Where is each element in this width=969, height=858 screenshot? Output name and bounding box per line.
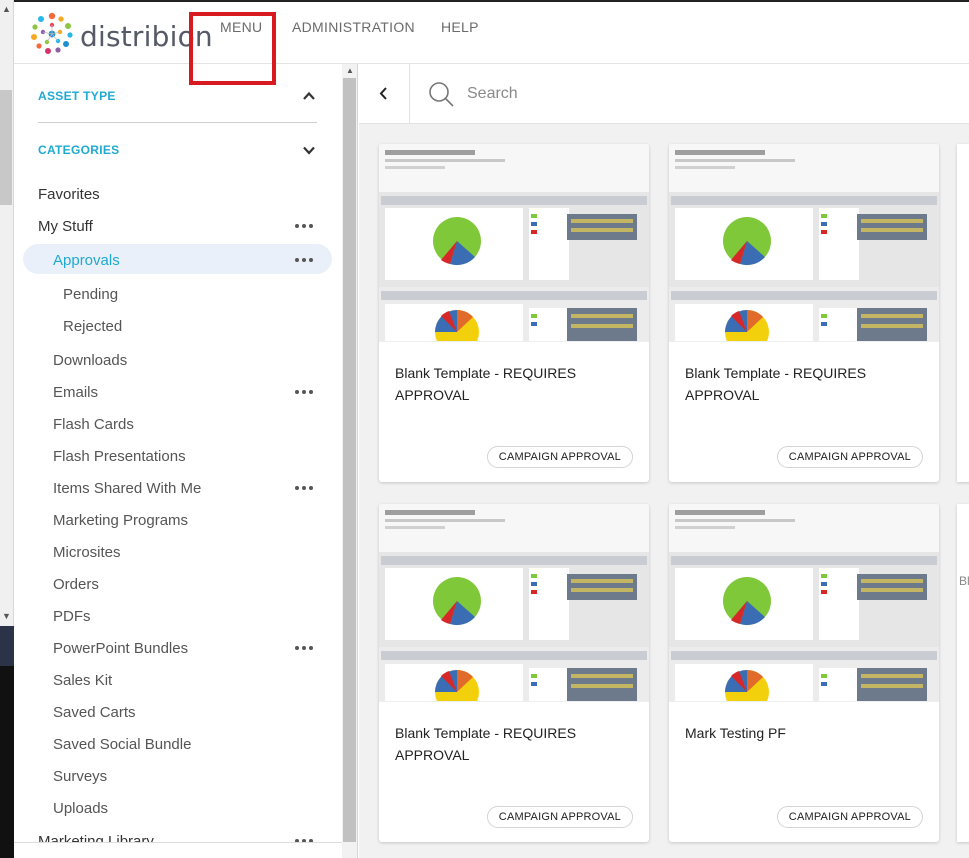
chevron-left-icon <box>379 87 387 100</box>
asset-type-badge: CAMPAIGN APPROVAL <box>486 446 633 468</box>
sidebar-item-uploads[interactable]: Uploads <box>53 800 108 817</box>
partial-card-title: Bl <box>959 574 969 588</box>
section-asset-type[interactable]: ASSET TYPE <box>38 89 116 103</box>
top-bar: distribion MENU ADMINISTRATION HELP <box>14 0 969 64</box>
scroll-down-icon[interactable]: ▼ <box>2 611 11 621</box>
more-icon[interactable] <box>295 222 315 230</box>
dashboard-thumbnail-image <box>669 144 939 341</box>
sidebar-item-microsites[interactable]: Microsites <box>53 544 121 561</box>
sidebar-bottom-edge <box>14 842 342 858</box>
scrollbar-thumb[interactable] <box>0 90 12 205</box>
sidebar-item-rejected[interactable]: Rejected <box>63 318 122 335</box>
sidebar-item-emails[interactable]: Emails <box>53 384 98 401</box>
nav-administration[interactable]: ADMINISTRATION <box>292 19 415 35</box>
asset-card[interactable]: Blank Template - REQUIRES APPROVAL CAMPA… <box>379 144 649 482</box>
nav-help[interactable]: HELP <box>441 19 479 35</box>
sidebar-divider <box>38 122 317 123</box>
sidebar-item-powerpoint-bundles[interactable]: PowerPoint Bundles <box>53 640 188 657</box>
sidebar: ASSET TYPE CATEGORIES Favorites My Stuff… <box>14 64 358 858</box>
more-icon[interactable] <box>295 256 315 264</box>
asset-card[interactable]: Blank Template - REQUIRES APPROVAL CAMPA… <box>379 504 649 842</box>
more-icon[interactable] <box>295 644 315 652</box>
dashboard-thumbnail-image <box>379 504 649 701</box>
sidebar-item-pdfs[interactable]: PDFs <box>53 608 91 625</box>
sidebar-item-saved-social-bundle[interactable]: Saved Social Bundle <box>53 736 191 753</box>
sidebar-scrollbar[interactable]: ▲ <box>342 64 357 858</box>
asset-title: Blank Template - REQUIRES APPROVAL <box>685 365 867 403</box>
sidebar-item-marketing-programs[interactable]: Marketing Programs <box>53 512 188 529</box>
asset-card[interactable]: Mark Testing PF CAMPAIGN APPROVAL <box>669 504 939 842</box>
search-bar <box>359 64 969 124</box>
more-icon[interactable] <box>295 388 315 396</box>
asset-type-badge: CAMPAIGN APPROVAL <box>776 446 923 468</box>
sidebar-scrollbar-thumb[interactable] <box>343 78 356 842</box>
collapse-sidebar-button[interactable] <box>359 64 410 123</box>
scroll-up-icon[interactable]: ▲ <box>346 66 354 75</box>
asset-thumbnail <box>669 504 939 702</box>
sidebar-item-pending[interactable]: Pending <box>63 286 118 303</box>
sidebar-item-sales-kit[interactable]: Sales Kit <box>53 672 112 689</box>
asset-title: Blank Template - REQUIRES APPROVAL <box>395 725 577 763</box>
asset-type-badge: CAMPAIGN APPROVAL <box>486 806 633 828</box>
asset-thumbnail <box>669 144 939 342</box>
asset-type-badge: CAMPAIGN APPROVAL <box>776 806 923 828</box>
sidebar-item-flash-cards[interactable]: Flash Cards <box>53 416 134 433</box>
sidebar-item-downloads[interactable]: Downloads <box>53 352 127 369</box>
more-icon[interactable] <box>295 484 315 492</box>
asset-title: Blank Template - REQUIRES APPROVAL <box>395 365 577 403</box>
dashboard-thumbnail-image <box>379 144 649 341</box>
sidebar-item-items-shared[interactable]: Items Shared With Me <box>53 480 201 497</box>
main-content: Blank Template - REQUIRES APPROVAL CAMPA… <box>359 64 969 858</box>
brand-name: distribion <box>80 20 213 53</box>
sidebar-item-orders[interactable]: Orders <box>53 576 99 593</box>
asset-thumbnail <box>379 144 649 342</box>
background-window-bar <box>0 626 14 666</box>
sidebar-item-saved-carts[interactable]: Saved Carts <box>53 704 136 721</box>
nav-menu[interactable]: MENU <box>220 19 262 35</box>
chevron-down-icon[interactable] <box>302 143 316 157</box>
sidebar-item-flash-presentations[interactable]: Flash Presentations <box>53 448 186 465</box>
scroll-up-icon[interactable]: ▲ <box>2 4 11 14</box>
asset-thumbnail <box>379 504 649 702</box>
distribion-logo[interactable]: distribion <box>28 10 213 58</box>
asset-card-partial[interactable] <box>957 504 969 842</box>
window-left-scrollbar[interactable]: ▲ ▼ <box>0 0 14 858</box>
sidebar-item-approvals[interactable]: Approvals <box>53 252 120 269</box>
logo-mark-icon <box>31 12 73 54</box>
asset-card-partial[interactable] <box>957 144 969 482</box>
search-icon[interactable] <box>427 80 455 108</box>
asset-card[interactable]: Blank Template - REQUIRES APPROVAL CAMPA… <box>669 144 939 482</box>
dashboard-thumbnail-image <box>669 504 939 701</box>
sidebar-item-favorites[interactable]: Favorites <box>38 186 100 203</box>
asset-title: Mark Testing PF <box>685 725 786 741</box>
sidebar-item-my-stuff[interactable]: My Stuff <box>38 218 93 235</box>
section-categories[interactable]: CATEGORIES <box>38 143 119 157</box>
sidebar-item-surveys[interactable]: Surveys <box>53 768 107 785</box>
chevron-up-icon[interactable] <box>302 89 316 103</box>
search-input[interactable] <box>467 82 947 106</box>
